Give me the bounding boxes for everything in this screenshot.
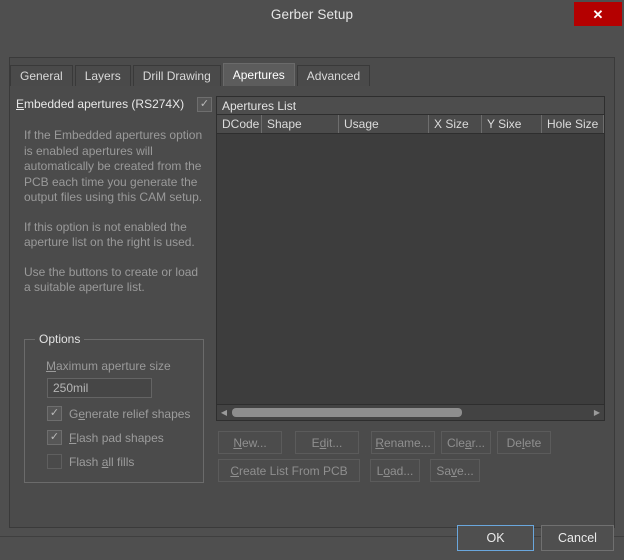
generate-relief-shapes-row[interactable]: ✓ Generate relief shapes [47, 406, 190, 421]
apertures-list-caption: Apertures List [217, 97, 604, 115]
description-text: If the Embedded apertures option is enab… [24, 128, 204, 296]
tab-drill-drawing[interactable]: Drill Drawing [132, 65, 221, 86]
options-legend: Options [35, 332, 85, 346]
label-post: ll fills [108, 454, 135, 469]
label-post: ew... [241, 435, 267, 450]
load-button[interactable]: Lo ad... [370, 459, 420, 482]
label-pre: Flash [69, 454, 102, 469]
column-header-usage[interactable]: Usage [339, 115, 429, 133]
label-post: ad... [390, 463, 414, 478]
tab-advanced[interactable]: Advanced [296, 65, 371, 86]
label-mnemonic: d [319, 435, 327, 450]
label-pre: Cle [446, 435, 465, 450]
embedded-apertures-label: Embedded apertures (RS274X) [16, 97, 184, 111]
embedded-apertures-checkbox[interactable]: ✓ [197, 96, 212, 112]
new-button[interactable]: New... [218, 431, 282, 454]
max-aperture-label-rest: aximum aperture size [56, 359, 171, 373]
description-paragraph: If this option is not enabled the apertu… [24, 219, 195, 250]
scrollbar-track[interactable] [231, 405, 590, 420]
label-mnemonic: a [464, 435, 472, 450]
apertures-list-body[interactable] [217, 134, 604, 404]
scrollbar-thumb[interactable] [232, 408, 462, 417]
flash-pad-shapes-row[interactable]: ✓ Flash pad shapes [47, 430, 164, 445]
rename-button[interactable]: Rename... [371, 431, 435, 454]
scroll-left-icon[interactable]: ◀ [217, 405, 231, 420]
label-post: reate List From PCB [238, 463, 348, 478]
column-header-x-size[interactable]: X Size [429, 115, 482, 133]
column-header-hole-size[interactable]: Hole Size [542, 115, 604, 133]
check-icon: ✓ [49, 431, 60, 443]
check-icon: ✓ [199, 97, 210, 110]
description-paragraph: Use the buttons to create or load a suit… [24, 264, 199, 295]
label-mnemonic: C [230, 463, 239, 478]
embedded-mnemonic: E [16, 97, 25, 111]
max-aperture-size-input[interactable] [47, 378, 152, 398]
label-pre: L [376, 463, 384, 478]
max-aperture-mnemonic: M [46, 359, 56, 373]
label-post: r... [471, 435, 486, 450]
description-paragraph: If the Embedded apertures option is enab… [24, 128, 203, 204]
label-post: e... [457, 463, 474, 478]
flash-pad-shapes-label: Flash pad shapes [69, 431, 164, 445]
ok-button[interactable]: OK [457, 525, 534, 551]
generate-relief-shapes-label: Generate relief shapes [69, 407, 190, 421]
tab-strip: General Layers Drill Drawing Apertures Advan… [10, 63, 372, 86]
label-post: ete [524, 435, 542, 450]
label-post: ename... [383, 435, 431, 450]
cancel-button[interactable]: Cancel [541, 525, 614, 551]
flash-all-fills-checkbox[interactable] [47, 454, 62, 469]
generate-relief-shapes-checkbox[interactable]: ✓ [47, 406, 62, 421]
label-post: it... [326, 435, 343, 450]
label-mnemonic: N [233, 435, 242, 450]
max-aperture-size-label: Maximum aperture size [46, 359, 171, 373]
label-pre: Sa [436, 463, 451, 478]
edit-button[interactable]: Ed it... [295, 431, 359, 454]
create-list-from-pcb-button[interactable]: Create List From PCB [218, 459, 360, 482]
column-header-dcode[interactable]: DCode [217, 115, 262, 133]
check-icon: ✓ [49, 407, 60, 419]
close-icon: ✕ [592, 6, 604, 22]
window-title: Gerber Setup [270, 6, 354, 22]
horizontal-scrollbar[interactable]: ◀ ▶ [217, 404, 604, 420]
flash-all-fills-row[interactable]: Flash all fills [47, 454, 134, 469]
tab-apertures[interactable]: Apertures [222, 63, 295, 86]
label-mnemonic: R [375, 435, 384, 450]
apertures-list-frame: Apertures List DCode Shape Usage X Size Y Si… [216, 96, 605, 421]
embedded-apertures-row[interactable]: Embedded apertures (RS274X) ✓ [16, 94, 212, 114]
options-group: Options Maximum aperture size ✓ Generate… [24, 332, 204, 483]
label-post: nerate relief shapes [85, 406, 191, 421]
label-pre: G [69, 406, 79, 421]
apertures-list-column-header: DCodeShapeUsageX SizeY SixeHole SizeX O [217, 115, 604, 134]
flash-pad-shapes-checkbox[interactable]: ✓ [47, 430, 62, 445]
column-header-y-sixe[interactable]: Y Sixe [482, 115, 542, 133]
label-pre: De [506, 435, 522, 450]
scroll-right-icon[interactable]: ▶ [590, 405, 604, 420]
tab-layers[interactable]: Layers [74, 65, 131, 86]
label-pre: E [311, 435, 320, 450]
embedded-label-rest: mbedded apertures (RS274X) [24, 97, 185, 111]
delete-button[interactable]: De l ete [497, 431, 551, 454]
save-button[interactable]: Sa v e... [430, 459, 480, 482]
label-post: lash pad shapes [76, 430, 164, 445]
tab-general[interactable]: General [10, 65, 73, 86]
column-header-shape[interactable]: Shape [262, 115, 339, 133]
title-bar: Gerber Setup ✕ [0, 0, 624, 28]
clear-button[interactable]: Cle a r... [441, 431, 491, 454]
label-mnemonic: o [383, 463, 390, 478]
close-button[interactable]: ✕ [574, 2, 622, 26]
flash-all-fills-label: Flash all fills [69, 455, 134, 469]
dialog-body: General Layers Drill Drawing Apertures Advan… [0, 28, 624, 560]
